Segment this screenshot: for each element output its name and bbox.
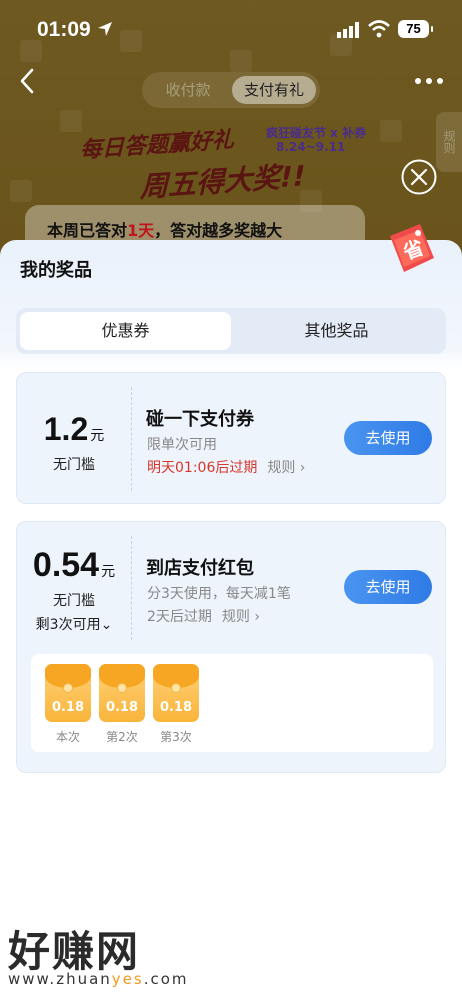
- banner-date: 8.24~9.11: [276, 140, 346, 154]
- site-watermark: 好赚网 www.zhuanyes.com: [8, 918, 187, 988]
- coupon-title: 到店支付红包: [146, 558, 254, 579]
- more-options-icon[interactable]: [414, 76, 444, 86]
- coupon-rule-link[interactable]: 规则 ›: [267, 460, 305, 476]
- my-prizes-sheet: 我的奖品 优惠券 其他奖品 1.2 元 无门槛 碰一下支付券 限单次可用 明天01…: [0, 240, 462, 1000]
- packet-label: 第2次: [106, 730, 138, 744]
- amount-unit: 元: [101, 564, 116, 580]
- header-segment-control: 收付款 支付有礼: [142, 72, 320, 108]
- watermark-url: www.zhuanyes.com: [8, 970, 189, 988]
- use-coupon-button[interactable]: 去使用: [344, 570, 432, 604]
- red-packet-schedule: 0.18 本次 0.18 第2次 0.18 第3次: [31, 654, 433, 752]
- packet-label: 本次: [55, 730, 80, 744]
- coupon-amount: 1.2 元: [17, 411, 131, 448]
- red-packet-icon: 0.18: [45, 664, 91, 722]
- coupon-card-tap-pay: 1.2 元 无门槛 碰一下支付券 限单次可用 明天01:06后过期 规则 › 去使用: [16, 372, 446, 504]
- status-time: 01:09: [37, 18, 91, 41]
- amount-unit: 元: [90, 428, 105, 444]
- banner-headline: 每日答题赢好礼: [80, 127, 235, 164]
- prize-tabs: 优惠券 其他奖品: [16, 308, 446, 354]
- coupon-threshold: 无门槛: [53, 457, 95, 473]
- packet-value: 0.18: [159, 700, 193, 715]
- remaining-uses-toggle[interactable]: 剩3次可用⌄: [17, 614, 131, 634]
- amount-value: 1.2: [43, 411, 89, 447]
- coupon-threshold: 无门槛: [53, 593, 95, 609]
- use-coupon-button[interactable]: 去使用: [344, 421, 432, 455]
- coupon-divider: [131, 387, 132, 491]
- coupon-expire: 明天01:06后过期: [147, 460, 258, 476]
- segment-pay-receive[interactable]: 收付款: [146, 76, 230, 104]
- coupon-rule-link[interactable]: 规则 ›: [222, 609, 260, 625]
- battery-indicator: 75: [398, 20, 433, 38]
- banner-event-name: 疯狂碰友节 x 补券: [266, 126, 367, 140]
- signal-icon: [337, 22, 359, 38]
- sheet-title: 我的奖品: [20, 260, 92, 281]
- side-rule-tab[interactable]: 规则: [436, 112, 462, 172]
- coupon-title: 碰一下支付券: [146, 409, 254, 430]
- coupon-card-red-packet: 0.54 元 无门槛 剩3次可用⌄ 到店支付红包 分3天使用，每天减1笔 2天后过…: [16, 521, 446, 773]
- banner-subheadline: 周五得大奖!!: [140, 159, 306, 204]
- packet-label: 第3次: [160, 730, 192, 744]
- red-packet-icon: 0.18: [99, 664, 145, 722]
- back-arrow-icon[interactable]: [16, 66, 40, 96]
- coupon-desc: 分3天使用，每天减1笔: [147, 586, 291, 602]
- coupon-expire: 2天后过期: [147, 609, 212, 625]
- red-packet-icon: 0.18: [153, 664, 199, 722]
- status-bar: 01:09 75: [0, 0, 462, 60]
- coupon-expire-row: 2天后过期 规则 ›: [147, 606, 260, 626]
- coupon-expire-row: 明天01:06后过期 规则 ›: [147, 457, 305, 477]
- coupon-desc: 限单次可用: [147, 437, 217, 453]
- quiz-progress-text: 本周已答对1天，答对越多奖越大: [47, 221, 283, 240]
- close-icon[interactable]: [400, 158, 438, 196]
- segment-pay-rewards[interactable]: 支付有礼: [232, 76, 316, 104]
- location-arrow-icon: [98, 22, 112, 36]
- amount-value: 0.54: [32, 546, 100, 584]
- promo-banner: 每日答题赢好礼 周五得大奖!! 疯狂碰友节 x 补券 8.24~9.11: [80, 122, 380, 204]
- wifi-icon: [368, 20, 390, 38]
- packet-value: 0.18: [105, 700, 139, 715]
- coupon-amount: 0.54 元: [17, 546, 131, 585]
- coupon-divider: [131, 536, 132, 640]
- save-tag-badge: 省: [390, 224, 434, 272]
- tab-other-prizes[interactable]: 其他奖品: [231, 312, 442, 350]
- tab-coupons[interactable]: 优惠券: [20, 312, 231, 350]
- packet-value: 0.18: [51, 700, 85, 715]
